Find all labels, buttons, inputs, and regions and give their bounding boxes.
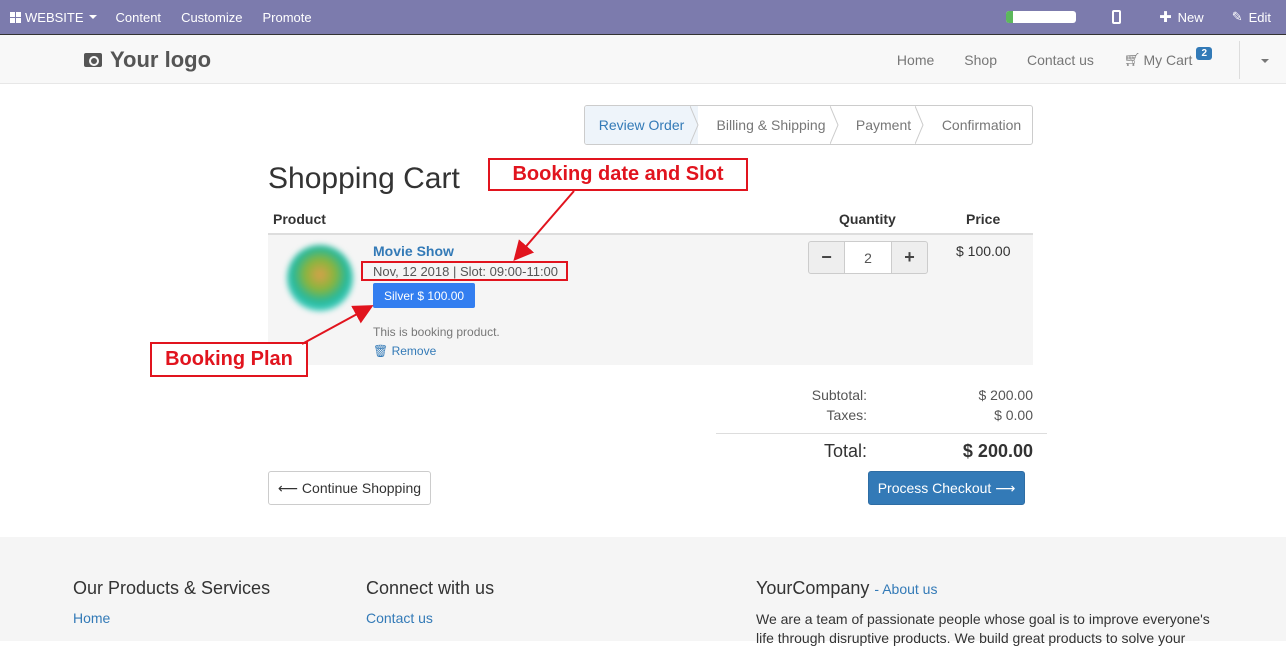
wizard-step-review-order[interactable]: Review Order — [585, 106, 699, 144]
edit-button[interactable]: ✎ Edit — [1214, 0, 1286, 34]
chevron-right-icon — [830, 106, 839, 144]
wizard-step-payment[interactable]: Payment — [838, 106, 924, 144]
mobile-phone-icon — [1112, 10, 1122, 24]
total-label: Total: — [823, 441, 867, 461]
totals-divider — [716, 433, 1047, 434]
website-menu-label: WEBSITE — [25, 9, 84, 25]
footer-contact-link[interactable]: Contact us — [366, 610, 433, 626]
checkout-wizard: Review Order Billing & Shipping Payment … — [584, 105, 1033, 145]
footer-products-title: Our Products & Services — [73, 578, 271, 598]
product-description: This is booking product. — [373, 325, 500, 339]
continue-shopping-button[interactable]: ⟵ Continue Shopping — [268, 471, 431, 505]
header-price: Price — [966, 211, 1001, 227]
nav-shop[interactable]: Shop — [949, 52, 1012, 68]
chevron-right-icon — [690, 106, 699, 144]
caret-down-icon — [1261, 58, 1269, 63]
website-menu[interactable]: WEBSITE — [0, 0, 107, 34]
wizard-step-confirmation[interactable]: Confirmation — [923, 106, 1032, 144]
shopping-cart-icon: 🛒︎ — [1123, 51, 1141, 67]
pencil-icon: ✎ — [1231, 9, 1243, 24]
taxes-label: Taxes: — [826, 407, 867, 423]
booking-highlight-box — [361, 261, 568, 281]
annotation-booking-plan: Booking Plan — [150, 342, 308, 377]
admin-bar: WEBSITE Content Customize Promote ✚ New … — [0, 0, 1286, 34]
caret-down-icon — [88, 15, 97, 19]
wizard-step-label: Review Order — [598, 117, 685, 133]
line-price: $ 100.00 — [956, 243, 1011, 259]
nav-contact[interactable]: Contact us — [1012, 52, 1109, 68]
apps-grid-icon — [10, 11, 21, 23]
progress-fill — [1006, 11, 1014, 23]
new-button[interactable]: ✚ New — [1137, 0, 1214, 34]
mobile-preview-button[interactable] — [1096, 0, 1137, 34]
site-navbar: Your logo Home Shop Contact us 🛒︎ My Car… — [0, 34, 1286, 84]
annotation-booking-date: Booking date and Slot — [488, 158, 748, 191]
taxes-value: $ 0.00 — [994, 407, 1033, 423]
quantity-decrease-button[interactable]: − — [808, 241, 845, 274]
footer-connect-title: Connect with us — [366, 578, 495, 598]
cart-line-row: Movie Show Nov, 12 2018 | Slot: 09:00-11… — [268, 235, 1033, 365]
logo-text: Your logo — [110, 47, 212, 72]
process-checkout-button[interactable]: Process Checkout ⟶ — [868, 471, 1025, 505]
customize-menu[interactable]: Customize — [171, 0, 252, 34]
header-product: Product — [273, 211, 326, 227]
remove-link[interactable]: 🗑︎ Remove — [373, 344, 436, 358]
site-footer: Our Products & Services Home Connect wit… — [0, 537, 1286, 646]
booking-plan-badge: Silver $ 100.00 — [373, 283, 476, 308]
wizard-step-label: Payment — [855, 117, 912, 133]
wizard-step-billing-shipping[interactable]: Billing & Shipping — [698, 106, 839, 144]
footer-company-title: YourCompany - About us — [756, 578, 937, 599]
wizard-step-label: Billing & Shipping — [716, 117, 826, 133]
user-dropdown-toggle[interactable] — [1240, 52, 1286, 68]
cart-table-header: Product Quantity Price — [268, 205, 1033, 235]
plus-icon: ✚ — [1159, 9, 1172, 26]
my-cart-label: My Cart — [1143, 51, 1193, 68]
subtotal-value: $ 200.00 — [978, 387, 1034, 403]
header-quantity: Quantity — [839, 211, 896, 227]
publish-progress-bar — [1006, 11, 1077, 23]
about-us-link[interactable]: - About us — [874, 581, 937, 597]
nav-home[interactable]: Home — [882, 52, 949, 68]
product-name-link[interactable]: Movie Show — [373, 243, 454, 259]
company-name: YourCompany — [756, 578, 870, 598]
nav-links: Home Shop Contact us 🛒︎ My Cart 2 — [882, 35, 1286, 84]
quantity-input[interactable]: 2 — [845, 241, 891, 274]
footer-company-text: We are a team of passionate people whose… — [756, 611, 1210, 646]
camera-icon — [84, 53, 102, 67]
new-label: New — [1177, 9, 1204, 25]
footer-home-link[interactable]: Home — [73, 610, 110, 626]
subtotal-label: Subtotal: — [811, 387, 867, 403]
total-value: $ 200.00 — [962, 441, 1033, 461]
product-image[interactable] — [285, 241, 355, 313]
chevron-right-icon — [915, 106, 924, 144]
nav-my-cart[interactable]: 🛒︎ My Cart 2 — [1109, 47, 1227, 68]
quantity-increase-button[interactable]: + — [891, 241, 928, 274]
content-menu[interactable]: Content — [107, 0, 172, 34]
cart-count-badge: 2 — [1196, 47, 1212, 60]
site-logo[interactable]: Your logo — [84, 47, 211, 73]
quantity-stepper: − 2 + — [808, 241, 928, 274]
trash-icon: 🗑︎ — [373, 344, 389, 358]
wizard-step-label: Confirmation — [941, 117, 1022, 133]
remove-label: Remove — [391, 344, 437, 358]
edit-label: Edit — [1248, 9, 1271, 25]
promote-menu[interactable]: Promote — [252, 0, 321, 34]
page-title: Shopping Cart — [268, 162, 460, 195]
